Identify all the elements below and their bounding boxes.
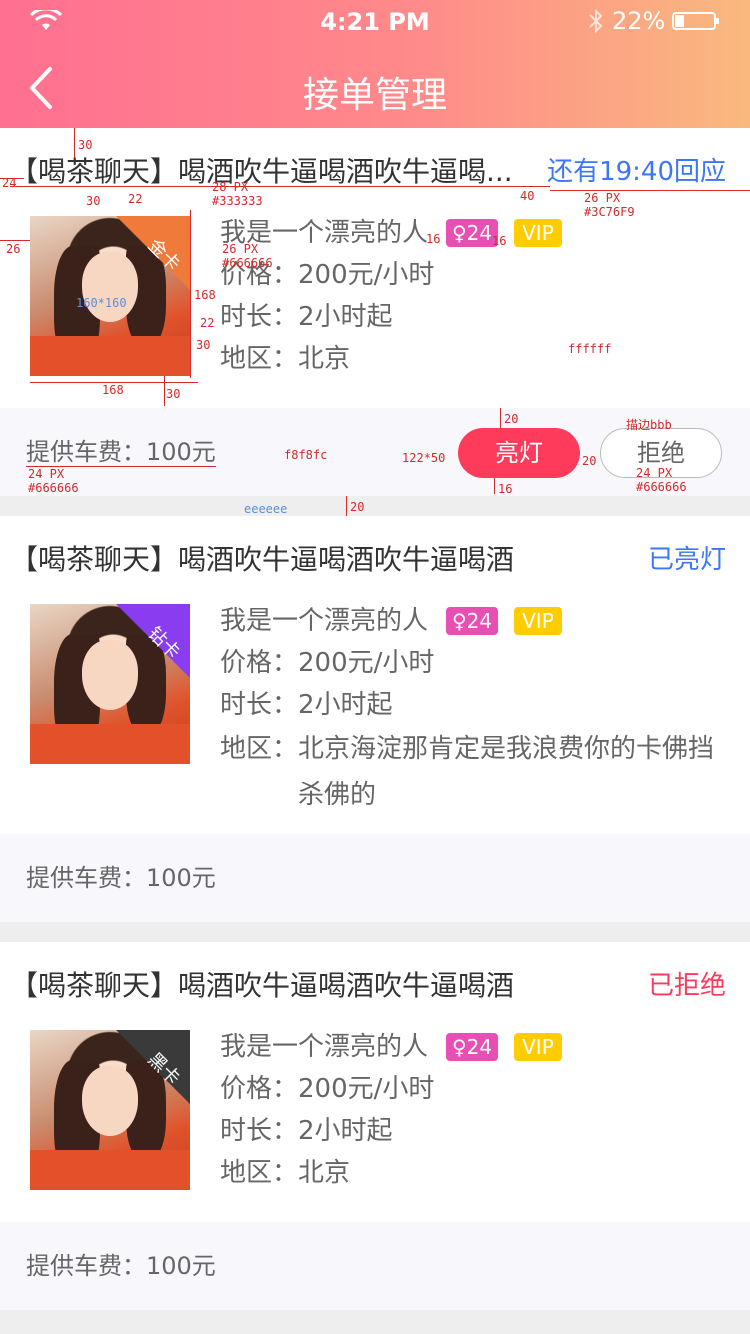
gender-age-badge: ♀24 xyxy=(446,219,499,247)
anno-22: 22 xyxy=(128,192,143,206)
order-card[interactable]: 【喝茶聊天】喝酒吹牛逼喝酒吹牛逼喝酒 已拒绝 黑卡 我是一个漂亮的人 ♀24 V… xyxy=(0,942,750,1310)
order-card[interactable]: 【喝茶聊天】喝酒吹牛逼喝酒吹牛逼喝... 还有19:40回应 金卡 我是一个漂亮… xyxy=(0,128,750,496)
anno-btn-size: 122*50 xyxy=(402,451,446,465)
anno-title-color: #333333 xyxy=(212,194,263,208)
anno-20-top: 20 xyxy=(504,412,519,426)
anno-24-left: 24 xyxy=(2,176,17,190)
anno-status-size: 26 PX xyxy=(584,191,621,205)
fare-text: 提供车费：100元 xyxy=(26,1252,216,1280)
order-info: 我是一个漂亮的人 ♀24 VIP 价格：200元/小时 时长：2小时起 地区：北… xyxy=(220,1026,730,1194)
anno-gap-bg: eeeeee xyxy=(244,502,288,516)
anno-info-color: #666666 xyxy=(222,256,273,270)
dim-line xyxy=(494,478,495,494)
dim-line xyxy=(164,376,165,406)
light-button[interactable]: 亮灯 xyxy=(458,428,580,478)
anno-30-right: 30 xyxy=(196,338,211,352)
vip-badge: VIP xyxy=(514,607,562,635)
price-line: 价格：200元/小时 xyxy=(220,648,435,678)
order-title: 【喝茶聊天】喝酒吹牛逼喝酒吹牛逼喝酒 xyxy=(10,969,515,1002)
order-footer: 提供车费：100元 xyxy=(0,834,750,922)
gender-age-badge: ♀24 xyxy=(446,607,499,635)
duration-line: 时长：2小时起 xyxy=(220,1116,393,1146)
region-line: 地区：北京海淀那肯定是我浪费你的卡佛挡杀佛的 xyxy=(220,734,715,810)
anno-title-size: 28 PX xyxy=(212,180,249,194)
bluetooth-icon xyxy=(589,8,603,34)
user-name: 我是一个漂亮的人 xyxy=(220,606,429,636)
anno-border-note: 描边bbb xyxy=(626,418,672,432)
dim-line xyxy=(346,496,347,516)
dim-line xyxy=(550,190,750,191)
order-main: 【喝茶聊天】喝酒吹牛逼喝酒吹牛逼喝酒 已亮灯 钻卡 我是一个漂亮的人 ♀24 V… xyxy=(0,516,750,834)
region-line: 地区：北京 xyxy=(220,344,351,374)
page-title: 接单管理 xyxy=(302,75,447,116)
order-status: 还有19:40回应 xyxy=(547,157,726,187)
name-row: 我是一个漂亮的人 ♀24 VIP xyxy=(220,212,730,254)
anno-30-top: 30 xyxy=(78,138,93,152)
dim-line xyxy=(74,128,75,158)
avatar-shirt xyxy=(30,336,190,376)
battery-icon xyxy=(672,12,719,30)
order-status: 已拒绝 xyxy=(647,971,726,1001)
anno-bg-white: ffffff xyxy=(568,342,612,356)
anno-26-left: 26 xyxy=(6,242,21,256)
duration-line: 时长：2小时起 xyxy=(220,302,393,332)
anno-40: 40 xyxy=(520,189,535,203)
name-row: 我是一个漂亮的人 ♀24 VIP xyxy=(220,1026,730,1068)
anno-20-gap: 20 xyxy=(582,454,597,468)
anno-16-b: 16 xyxy=(492,234,507,248)
anno-info-size: 26 PX xyxy=(222,242,259,256)
anno-30-bottom: 30 xyxy=(166,387,181,401)
order-title: 【喝茶聊天】喝酒吹牛逼喝酒吹牛逼喝酒 xyxy=(10,543,515,576)
price-line: 价格：200元/小时 xyxy=(220,1074,435,1104)
anno-status-color: #3C76F9 xyxy=(584,205,635,219)
avatar[interactable]: 钻卡 xyxy=(30,604,190,764)
dim-line xyxy=(0,240,30,241)
price-line: 价格：200元/小时 xyxy=(220,260,435,290)
order-main: 【喝茶聊天】喝酒吹牛逼喝酒吹牛逼喝... 还有19:40回应 金卡 我是一个漂亮… xyxy=(0,128,750,408)
anno-reject-size: 24 PX xyxy=(636,466,673,480)
order-main: 【喝茶聊天】喝酒吹牛逼喝酒吹牛逼喝酒 已拒绝 黑卡 我是一个漂亮的人 ♀24 V… xyxy=(0,942,750,1222)
anno-avatar-size: 160*160 xyxy=(76,296,127,310)
avatar-shirt xyxy=(30,724,190,764)
order-title: 【喝茶聊天】喝酒吹牛逼喝酒吹牛逼喝... xyxy=(10,155,513,188)
order-info: 我是一个漂亮的人 ♀24 VIP 价格：200元/小时 时长：2小时起 地区：北… xyxy=(220,600,730,818)
anno-168-right: 168 xyxy=(194,288,216,302)
anno-fare-color: #666666 xyxy=(28,481,79,495)
anno-20-gap2: 20 xyxy=(350,500,365,514)
dim-line xyxy=(190,210,191,378)
gender-age-badge: ♀24 xyxy=(446,1033,499,1061)
anno-16-a: 16 xyxy=(426,232,441,246)
anno-22-right: 22 xyxy=(200,316,215,330)
anno-30-mid: 30 xyxy=(86,194,101,208)
dim-line xyxy=(510,186,550,187)
anno-168-bottom: 168 xyxy=(102,383,124,397)
battery-percentage: 22% xyxy=(612,7,666,35)
name-row: 我是一个漂亮的人 ♀24 VIP xyxy=(220,600,730,642)
anno-reject-color: #666666 xyxy=(636,480,687,494)
fare-text: 提供车费：100元 xyxy=(26,864,216,892)
region-line: 地区：北京 xyxy=(220,1158,351,1188)
dim-line xyxy=(500,408,501,428)
order-footer: 提供车费：100元 xyxy=(0,1222,750,1310)
order-card[interactable]: 【喝茶聊天】喝酒吹牛逼喝酒吹牛逼喝酒 已亮灯 钻卡 我是一个漂亮的人 ♀24 V… xyxy=(0,516,750,922)
app-header: 4:21 PM 22% 接单管理 xyxy=(0,0,750,128)
duration-line: 时长：2小时起 xyxy=(220,690,393,720)
anno-16-bottom: 16 xyxy=(498,482,513,496)
user-name: 我是一个漂亮的人 xyxy=(220,1032,429,1062)
vip-badge: VIP xyxy=(514,1033,562,1061)
order-info: 我是一个漂亮的人 ♀24 VIP 价格：200元/小时 时长：2小时起 地区：北… xyxy=(220,212,730,380)
anno-footer-bg: f8f8fc xyxy=(284,448,328,462)
avatar-shirt xyxy=(30,1150,190,1190)
order-status: 已亮灯 xyxy=(647,545,726,575)
anno-fare-size: 24 PX xyxy=(28,467,65,481)
dim-line xyxy=(10,186,540,187)
avatar[interactable]: 黑卡 xyxy=(30,1030,190,1190)
vip-badge: VIP xyxy=(514,219,562,247)
status-bar: 4:21 PM 22% xyxy=(0,0,750,42)
